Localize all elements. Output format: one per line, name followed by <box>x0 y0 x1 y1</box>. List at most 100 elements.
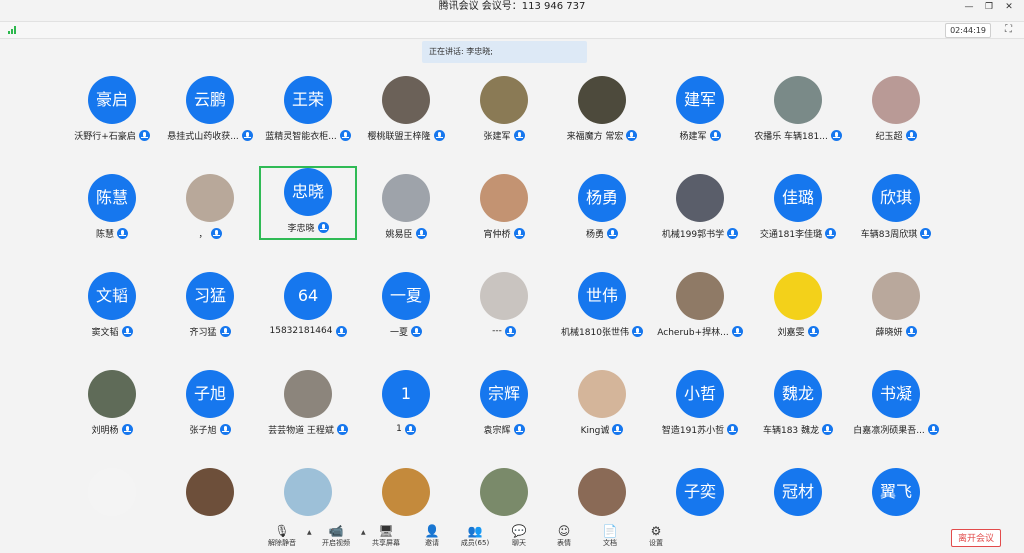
participant-tile[interactable] <box>455 466 553 520</box>
participant-name-line: ， <box>161 226 259 240</box>
share-screen-icon: 🖥 <box>378 524 394 538</box>
toolbar-button-share-screen[interactable]: 🖥 共享屏幕 <box>364 524 408 552</box>
participant-name: 张子旭 <box>189 425 217 436</box>
participant-tile[interactable]: 樱桃联盟王梓隆 <box>357 74 455 144</box>
toolbar-button-document[interactable]: 📄 文档 <box>588 524 632 552</box>
participant-grid: 豪启 沃野行+石豪启 云鹏 悬挂式山药收获... 王荣 蓝精灵智能衣柜... 樱桃联盟王梓隆… <box>0 0 1024 520</box>
toolbar-button-settings[interactable]: ⚙ 设置 <box>634 524 678 552</box>
participant-tile[interactable]: 陈慧 陈慧 <box>63 172 161 242</box>
mic-icon <box>727 227 739 239</box>
participant-tile[interactable]: 欣琪 车辆83周欣琪 <box>847 172 945 242</box>
meeting-toolbar: 🎙 解除静音 ▲ 📹 开启视频 ▲ 🖥 共享屏幕 👤 邀请 👥 成员(65) 💬 聊天 ☺ 表情 📄 文档 ⚙ 设置 <box>0 520 1024 553</box>
mic-icon <box>121 325 133 337</box>
avatar <box>578 370 626 418</box>
participant-name: 机械199郭书学 <box>661 229 725 240</box>
toolbar-button-chat[interactable]: 💬 聊天 <box>497 524 541 552</box>
participant-tile[interactable]: King诚 <box>553 368 651 438</box>
participant-tile[interactable]: 小哲 智造191苏小哲 <box>651 368 749 438</box>
avatar: 佳璐 <box>774 174 822 222</box>
participant-tile[interactable] <box>63 466 161 520</box>
toolbar-button-members[interactable]: 👥 成员(65) <box>453 524 497 552</box>
participant-name: 1 <box>396 424 402 434</box>
participant-tile[interactable]: 子旭 张子旭 <box>161 368 259 438</box>
toolbar-button-video-off[interactable]: 📹 开启视频 <box>314 524 358 552</box>
participant-tile[interactable]: 翼飞 <box>847 466 945 520</box>
participant-tile[interactable]: 一夏 一夏 <box>357 270 455 340</box>
participant-name-line: 张子旭 <box>161 422 259 436</box>
participant-tile[interactable]: 来福魔方 常宏 <box>553 74 651 144</box>
participant-name-line: 交通181李佳璐 <box>749 226 847 240</box>
participant-name: 沃野行+石豪启 <box>74 131 136 142</box>
participant-tile[interactable]: 张建军 <box>455 74 553 144</box>
participant-tile[interactable]: --- <box>455 270 553 340</box>
avatar <box>284 370 332 418</box>
toolbar-label: 共享屏幕 <box>372 539 400 547</box>
participant-tile[interactable]: 王荣 蓝精灵智能衣柜... <box>259 74 357 144</box>
participant-name: 来福魔方 常宏 <box>566 131 624 142</box>
toolbar-button-emoji[interactable]: ☺ 表情 <box>542 524 586 552</box>
mic-icon <box>513 129 525 141</box>
participant-tile[interactable] <box>553 466 651 520</box>
participant-tile[interactable]: 子奕 <box>651 466 749 520</box>
mic-icon <box>336 423 348 435</box>
participant-tile[interactable]: 芸芸物道 王程斌 <box>259 368 357 438</box>
participant-tile[interactable] <box>161 466 259 520</box>
mic-icon <box>241 129 253 141</box>
avatar <box>382 174 430 222</box>
participant-tile[interactable]: 冠材 <box>749 466 847 520</box>
participant-name-line: 刘嘉雯 <box>749 324 847 338</box>
participant-tile[interactable]: 薛晓妍 <box>847 270 945 340</box>
participant-tile[interactable]: 书凝 白嘉凛冽硕果吾... <box>847 368 945 438</box>
participant-tile[interactable]: 佳璐交通181李佳璐 <box>749 172 847 242</box>
participant-tile[interactable]: 宗辉 袁宗辉 <box>455 368 553 438</box>
leave-meeting-button[interactable]: 离开会议 <box>951 529 1001 547</box>
avatar <box>774 272 822 320</box>
participant-name-line: 沃野行+石豪启 <box>63 128 161 142</box>
participant-name-line: --- <box>455 324 553 338</box>
participant-tile[interactable]: 64 15832181464 <box>259 270 357 340</box>
mic-icon <box>504 325 516 337</box>
participant-tile[interactable]: 纪玉超 <box>847 74 945 144</box>
chevron-up-icon[interactable]: ▲ <box>307 529 312 536</box>
avatar <box>480 174 528 222</box>
participant-tile[interactable]: 建军 杨建军 <box>651 74 749 144</box>
mic-icon <box>825 227 837 239</box>
participant-tile[interactable]: 杨勇 杨勇 <box>553 172 651 242</box>
participant-tile[interactable]: Acherub+捍林... <box>651 270 749 340</box>
participant-tile[interactable]: 农播乐 车辆181... <box>749 74 847 144</box>
toolbar-button-mic-muted[interactable]: 🎙 解除静音 <box>260 524 304 552</box>
participant-name-line: 蓝精灵智能衣柜... <box>259 128 357 142</box>
participant-tile[interactable]: 世伟 机械1810张世伟 <box>553 270 651 340</box>
participant-tile[interactable] <box>259 466 357 520</box>
participant-name: 一夏 <box>389 327 408 338</box>
avatar <box>186 174 234 222</box>
mic-icon <box>411 325 422 337</box>
participant-tile[interactable]: 豪启 沃野行+石豪启 <box>63 74 161 144</box>
toolbar-label: 聊天 <box>512 539 526 547</box>
mic-icon <box>731 325 743 337</box>
toolbar-label: 解除静音 <box>268 539 296 547</box>
participant-tile[interactable]: 习猛 齐习猛 <box>161 270 259 340</box>
toolbar-button-invite[interactable]: 👤 邀请 <box>410 524 454 552</box>
participant-tile[interactable]: 机械199郭书学 <box>651 172 749 242</box>
participant-tile[interactable]: 宵仲桥 <box>455 172 553 242</box>
avatar: 忠晓 <box>284 168 332 216</box>
participant-tile[interactable]: 11 <box>357 368 455 438</box>
participant-name-line: 15832181464 <box>259 324 357 338</box>
mic-icon <box>219 325 231 337</box>
participant-name-line: 窦文韬 <box>63 324 161 338</box>
avatar: 魏龙 <box>774 370 822 418</box>
participant-name: 农播乐 车辆181... <box>754 131 828 142</box>
participant-tile[interactable]: 云鹏 悬挂式山药收获... <box>161 74 259 144</box>
participant-tile[interactable]: 刘明杨 <box>63 368 161 438</box>
participant-tile[interactable]: 忠晓 李忠晓 <box>259 166 357 240</box>
participant-name-line: 来福魔方 常宏 <box>553 128 651 142</box>
participant-tile[interactable]: ， <box>161 172 259 242</box>
participant-tile[interactable]: 姚易臣 <box>357 172 455 242</box>
avatar: 1 <box>382 370 430 418</box>
participant-tile[interactable]: 魏龙 车辆183 魏龙 <box>749 368 847 438</box>
mic-icon <box>339 129 351 141</box>
participant-tile[interactable]: 文韬 窦文韬 <box>63 270 161 340</box>
participant-tile[interactable] <box>357 466 455 520</box>
participant-tile[interactable]: 刘嘉雯 <box>749 270 847 340</box>
